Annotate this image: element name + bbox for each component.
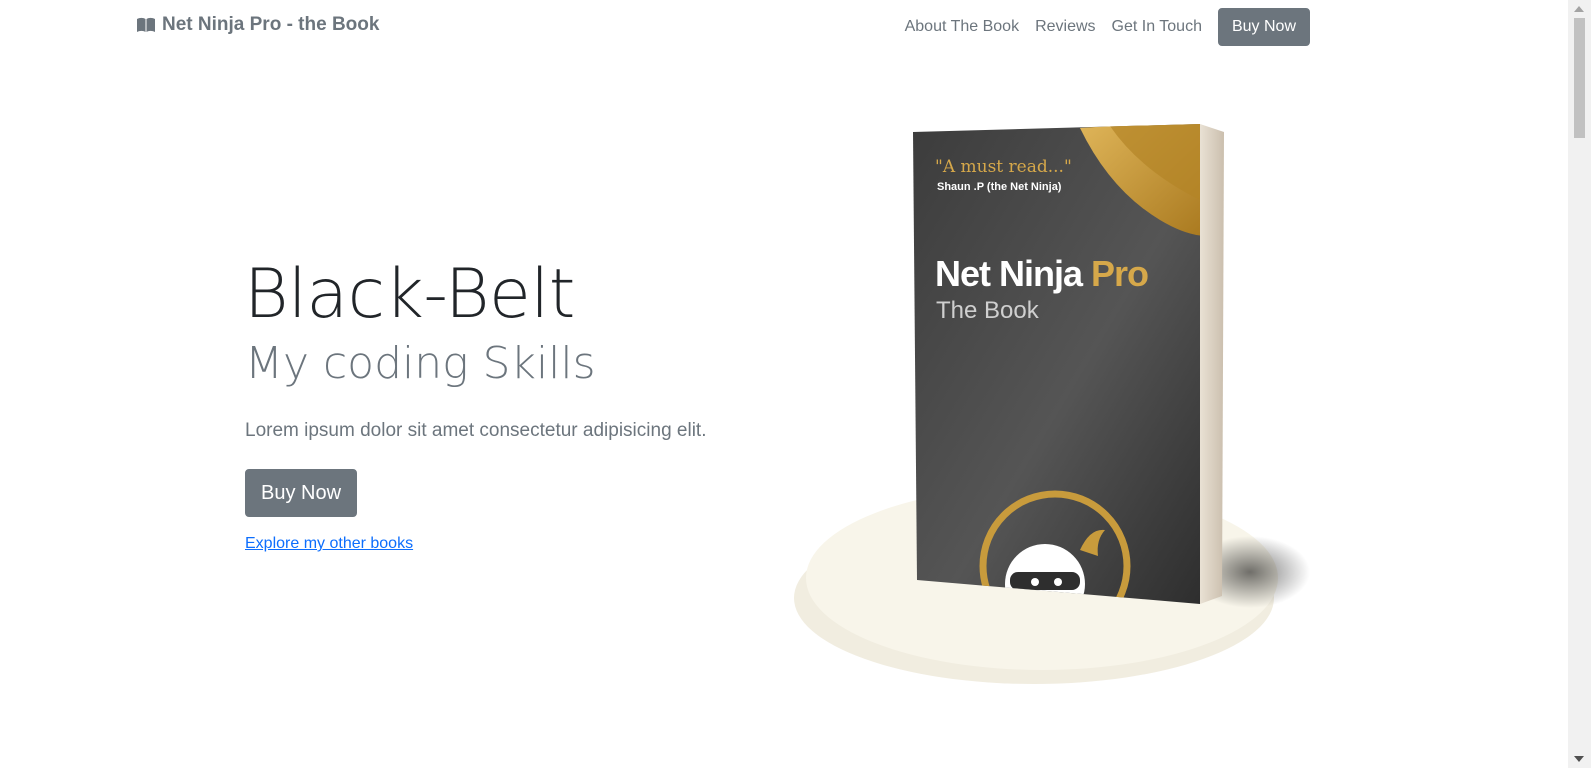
scroll-down-arrow-icon[interactable] <box>1574 756 1584 762</box>
hero-buy-now-button[interactable]: Buy Now <box>245 469 357 517</box>
book-subtitle: The Book <box>936 297 1040 324</box>
book-pages <box>1200 124 1224 604</box>
brand-link[interactable]: Net Ninja Pro - the Book <box>136 14 379 36</box>
nav-links: About The Book Reviews Get In Touch Buy … <box>897 8 1310 46</box>
book-title-accent: Pro <box>1091 253 1148 294</box>
explore-books-link[interactable]: Explore my other books <box>245 535 413 553</box>
book-title: Net Ninja Pro <box>935 253 1148 294</box>
nav-buy-now-button[interactable]: Buy Now <box>1217 8 1310 46</box>
nav-link-reviews[interactable]: Reviews <box>1027 8 1103 46</box>
brand-text: Net Ninja Pro - the Book <box>162 14 380 35</box>
scroll-up-arrow-icon[interactable] <box>1574 6 1584 12</box>
book-quote-author: Shaun .P (the Net Ninja) <box>937 181 1062 193</box>
navbar: Net Ninja Pro - the Book About The Book … <box>0 0 1568 56</box>
nav-link-about[interactable]: About The Book <box>897 8 1027 46</box>
hero-subtitle: My coding Skills <box>245 338 596 389</box>
scrollbar[interactable] <box>1568 0 1591 768</box>
hero-lead: Lorem ipsum dolor sit amet consectetur a… <box>245 420 707 441</box>
hero-title: Black-Belt <box>244 255 575 334</box>
book-illustration: "A must read..." Shaun .P (the Net Ninja… <box>794 124 1310 684</box>
nav-link-contact[interactable]: Get In Touch <box>1104 8 1210 46</box>
book-title-main: Net Ninja <box>935 253 1091 294</box>
open-book-icon <box>137 17 155 32</box>
book-quote: "A must read..." <box>935 157 1072 177</box>
scroll-thumb[interactable] <box>1574 18 1585 138</box>
